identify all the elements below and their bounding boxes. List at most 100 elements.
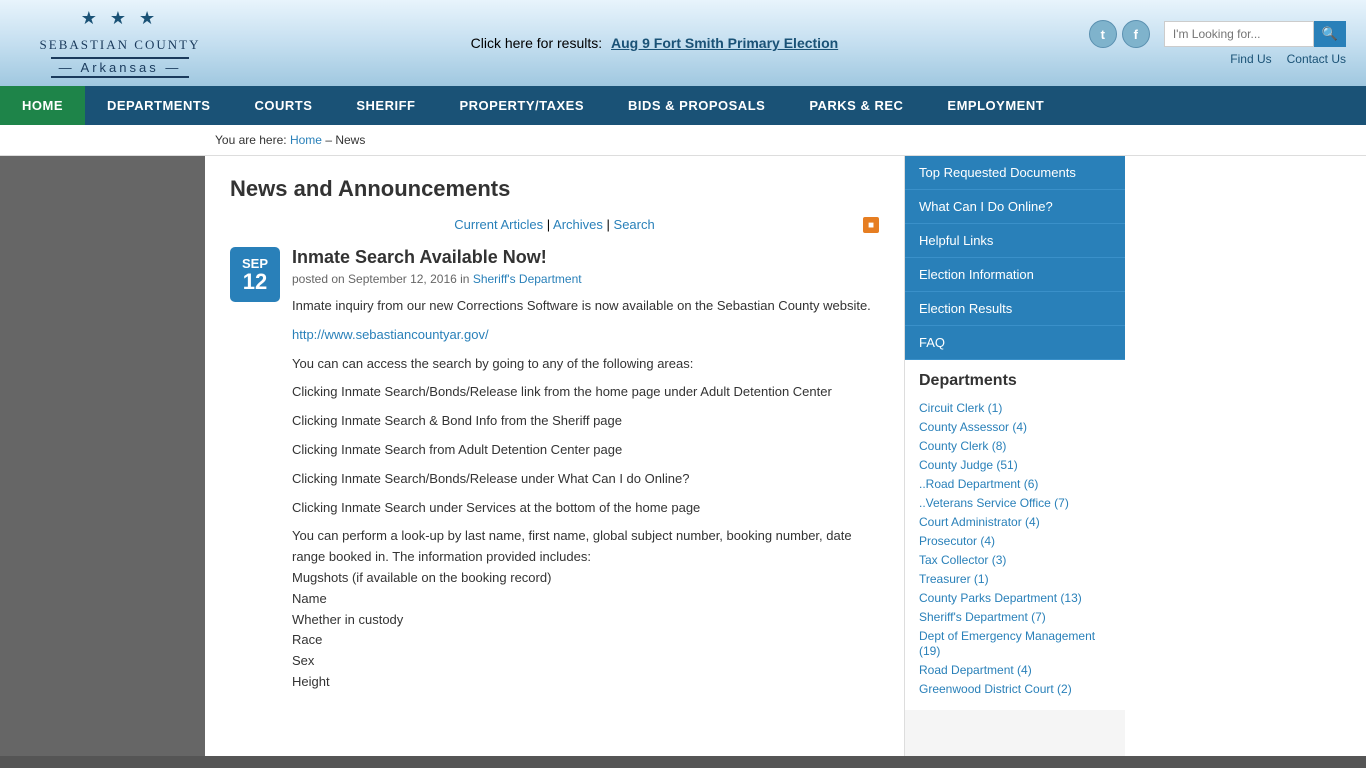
website-link[interactable]: http://www.sebastiancountyar.gov/ [292, 327, 489, 342]
contact-us-link[interactable]: Contact Us [1287, 52, 1346, 66]
dept-link[interactable]: County Assessor (4) [919, 420, 1027, 434]
dept-link[interactable]: Greenwood District Court (2) [919, 682, 1072, 696]
search-link[interactable]: Search [614, 217, 655, 232]
dept-link[interactable]: County Parks Department (13) [919, 591, 1082, 605]
list-item: Road Department (4) [919, 660, 1111, 679]
body-p1: Inmate inquiry from our new Corrections … [292, 296, 879, 317]
sidebar-faq[interactable]: FAQ [905, 326, 1125, 360]
logo-main: SEBASTIAN COUNTY [40, 29, 201, 55]
breadcrumb-separator: – [325, 133, 335, 147]
sidebar-what-can-i-do[interactable]: What Can I Do Online? [905, 190, 1125, 224]
meta-prefix: posted on September 12, 2016 in [292, 272, 469, 286]
article-block: Sep 12 Inmate Search Available Now! post… [230, 247, 879, 701]
body-p5: Clicking Inmate Search from Adult Detent… [292, 440, 879, 461]
main-container: News and Announcements Current Articles … [0, 156, 1366, 756]
header-right: t f 🔍 Find Us Contact Us [1089, 20, 1346, 66]
list-item: County Parks Department (13) [919, 588, 1111, 607]
dept-link[interactable]: Treasurer (1) [919, 572, 989, 586]
find-us-link[interactable]: Find Us [1230, 52, 1271, 66]
announcement-link[interactable]: Aug 9 Fort Smith Primary Election [611, 35, 838, 51]
main-nav: HOME DEPARTMENTS COURTS SHERIFF PROPERTY… [0, 86, 1366, 125]
logo-stars: ★ ★ ★ [81, 8, 159, 29]
sidebar-blue-menu: Top Requested Documents What Can I Do On… [905, 156, 1125, 360]
dept-link[interactable]: Court Administrator (4) [919, 515, 1040, 529]
departments-section: Departments Circuit Clerk (1) County Ass… [905, 360, 1125, 710]
dept-link[interactable]: Sheriff's Department (7) [919, 610, 1046, 624]
header-links: Find Us Contact Us [1230, 52, 1346, 66]
facebook-icon[interactable]: f [1122, 20, 1150, 48]
dept-link[interactable]: Circuit Clerk (1) [919, 401, 1002, 415]
announcement-prefix: Click here for results: [471, 35, 602, 51]
date-badge: Sep 12 [230, 247, 280, 302]
article-nav: Current Articles | Archives | Search ■ [230, 217, 879, 232]
nav-sheriff[interactable]: SHERIFF [334, 86, 437, 125]
body-p2: You can can access the search by going t… [292, 354, 879, 375]
social-icons: t f [1089, 20, 1150, 48]
left-spacer [0, 156, 205, 756]
nav-sep2: | [607, 217, 614, 232]
article-title: Inmate Search Available Now! [292, 247, 879, 268]
nav-employment[interactable]: EMPLOYMENT [925, 86, 1066, 125]
header: ★ ★ ★ SEBASTIAN COUNTY — Arkansas — Clic… [0, 0, 1366, 86]
you-are-here: You are here: [215, 133, 287, 147]
nav-bids-proposals[interactable]: BIDS & PROPOSALS [606, 86, 787, 125]
nav-home[interactable]: HOME [0, 86, 85, 125]
sidebar-election-results[interactable]: Election Results [905, 292, 1125, 326]
dept-list: Circuit Clerk (1) County Assessor (4) Co… [919, 398, 1111, 698]
search-input[interactable] [1164, 21, 1314, 47]
dept-link[interactable]: Road Department (4) [919, 663, 1032, 677]
nav-departments[interactable]: DEPARTMENTS [85, 86, 232, 125]
logo-state: — Arkansas — [51, 57, 190, 78]
search-button[interactable]: 🔍 [1314, 21, 1346, 47]
archives-link[interactable]: Archives [553, 217, 603, 232]
list-item: Greenwood District Court (2) [919, 679, 1111, 698]
dept-link[interactable]: Tax Collector (3) [919, 553, 1006, 567]
rss-icon[interactable]: ■ [863, 217, 879, 233]
list-item: Sheriff's Department (7) [919, 607, 1111, 626]
dept-link[interactable]: County Judge (51) [919, 458, 1018, 472]
body-p7: Clicking Inmate Search under Services at… [292, 498, 879, 519]
list-item: ..Veterans Service Office (7) [919, 493, 1111, 512]
list-item: County Clerk (8) [919, 436, 1111, 455]
dept-link[interactable]: Prosecutor (4) [919, 534, 995, 548]
list-item: Treasurer (1) [919, 569, 1111, 588]
search-row: t f 🔍 [1089, 20, 1346, 48]
body-link: http://www.sebastiancountyar.gov/ [292, 325, 879, 346]
body-p4: Clicking Inmate Search & Bond Info from … [292, 411, 879, 432]
search-box: 🔍 [1164, 21, 1346, 47]
page-title: News and Announcements [230, 176, 879, 202]
body-p6: Clicking Inmate Search/Bonds/Release und… [292, 469, 879, 490]
body-p3: Clicking Inmate Search/Bonds/Release lin… [292, 382, 879, 403]
announcement-bar: Click here for results: Aug 9 Fort Smith… [220, 35, 1089, 51]
dept-link[interactable]: County Clerk (8) [919, 439, 1006, 453]
breadcrumb-current: News [335, 133, 365, 147]
dept-link[interactable]: ..Road Department (6) [919, 477, 1038, 491]
sidebar: Top Requested Documents What Can I Do On… [905, 156, 1125, 756]
dept-link[interactable]: ..Veterans Service Office (7) [919, 496, 1069, 510]
list-item: County Assessor (4) [919, 417, 1111, 436]
list-item: ..Road Department (6) [919, 474, 1111, 493]
logo: ★ ★ ★ SEBASTIAN COUNTY — Arkansas — [20, 8, 220, 78]
article-day: 12 [243, 271, 267, 293]
list-item: Court Administrator (4) [919, 512, 1111, 531]
breadcrumb-home[interactable]: Home [290, 133, 322, 147]
article-body: Inmate inquiry from our new Corrections … [292, 296, 879, 693]
sidebar-election-info[interactable]: Election Information [905, 258, 1125, 292]
nav-courts[interactable]: COURTS [232, 86, 334, 125]
sidebar-helpful-links[interactable]: Helpful Links [905, 224, 1125, 258]
nav-property-taxes[interactable]: PROPERTY/TAXES [438, 86, 607, 125]
content-area: News and Announcements Current Articles … [205, 156, 905, 756]
breadcrumb: You are here: Home – News [0, 125, 1366, 156]
current-articles-link[interactable]: Current Articles [454, 217, 543, 232]
list-item: Prosecutor (4) [919, 531, 1111, 550]
meta-dept-link[interactable]: Sheriff's Department [473, 272, 582, 286]
list-item: Circuit Clerk (1) [919, 398, 1111, 417]
list-item: Dept of Emergency Management (19) [919, 626, 1111, 660]
nav-parks-rec[interactable]: PARKS & REC [787, 86, 925, 125]
list-item: Tax Collector (3) [919, 550, 1111, 569]
twitter-icon[interactable]: t [1089, 20, 1117, 48]
body-p8: You can perform a look-up by last name, … [292, 526, 879, 692]
departments-title: Departments [919, 372, 1111, 390]
dept-link[interactable]: Dept of Emergency Management (19) [919, 629, 1095, 658]
sidebar-top-requested[interactable]: Top Requested Documents [905, 156, 1125, 190]
